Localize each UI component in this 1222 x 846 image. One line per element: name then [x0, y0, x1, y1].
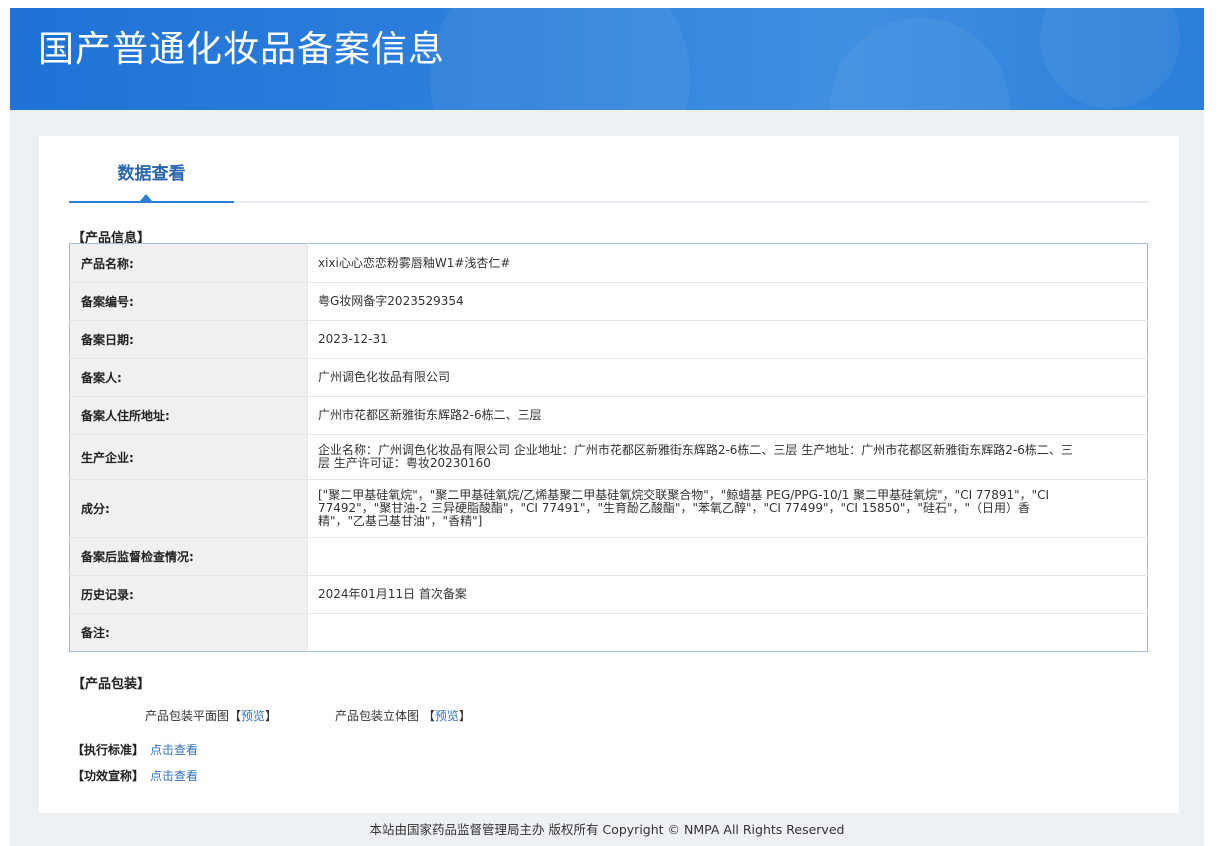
row-label: 产品名称: — [69, 243, 308, 283]
row-value: 粤G妆网备字2023529354 — [307, 282, 1148, 321]
header-banner: 国产普通化妆品备案信息 — [10, 8, 1204, 110]
row-label: 备案人住所地址: — [69, 396, 308, 435]
row-value — [308, 614, 1148, 652]
packaging-flat-preview-link[interactable]: 预览 — [241, 709, 265, 723]
standard-line: 【执行标准】 点击查看 — [72, 741, 198, 758]
packaging-flat-item: 产品包装平面图【预览】 — [145, 707, 277, 724]
packaging-3d-item: 产品包装立体图 【预览】 — [335, 707, 471, 724]
bracket-open: 【 — [422, 709, 435, 723]
row-label: 备案后监督检查情况: — [69, 537, 308, 576]
row-label: 备案日期: — [69, 320, 308, 359]
row-value: 企业名称：广州调色化妆品有限公司 企业地址：广州市花都区新雅街东辉路2-6栋二、… — [307, 434, 1148, 480]
table-row: 历史记录: 2024年01月11日 首次备案 — [69, 575, 1148, 614]
content-card: 数据查看 【产品信息】 产品名称: xixi心心恋恋粉雾唇釉W1#浅杏仁# 备案… — [39, 136, 1179, 813]
table-row: 备案后监督检查情况: — [69, 537, 1148, 576]
page-background: 国产普通化妆品备案信息 数据查看 【产品信息】 产品名称: xixi心心恋恋粉雾… — [10, 8, 1204, 846]
tab-bar: 数据查看 — [69, 158, 1149, 203]
row-value: xixi心心恋恋粉雾唇釉W1#浅杏仁# — [307, 243, 1148, 283]
table-row: 备案日期: 2023-12-31 — [69, 320, 1148, 359]
row-label: 备注: — [69, 613, 308, 652]
bracket-close: 】 — [265, 709, 278, 723]
table-row: 成分: ["聚二甲基硅氧烷"，"聚二甲基硅氧烷/乙烯基聚二甲基硅氧烷交联聚合物"… — [69, 479, 1148, 538]
row-label: 成分: — [69, 479, 308, 538]
packaging-3d-label: 产品包装立体图 — [335, 709, 423, 723]
table-row: 产品名称: xixi心心恋恋粉雾唇釉W1#浅杏仁# — [69, 243, 1148, 283]
table-row: 备注: — [69, 613, 1148, 652]
row-label: 备案人: — [69, 358, 308, 397]
row-value: 2023-12-31 — [307, 320, 1148, 359]
row-label: 生产企业: — [69, 434, 308, 480]
table-row: 备案人住所地址: 广州市花都区新雅街东辉路2-6栋二、三层 — [69, 396, 1148, 435]
page-title: 国产普通化妆品备案信息 — [38, 29, 446, 70]
tab-active-caret-icon — [140, 194, 152, 201]
standard-view-link[interactable]: 点击查看 — [150, 743, 198, 757]
row-value: 广州市花都区新雅街东辉路2-6栋二、三层 — [307, 396, 1148, 435]
standard-label: 【执行标准】 — [72, 743, 145, 757]
efficacy-label: 【功效宣称】 — [72, 769, 145, 783]
table-row: 备案人: 广州调色化妆品有限公司 — [69, 358, 1148, 397]
footer-copyright: 本站由国家药品监督管理局主办 版权所有 Copyright © NMPA All… — [369, 822, 845, 837]
efficacy-line: 【功效宣称】 点击查看 — [72, 767, 198, 784]
table-row: 生产企业: 企业名称：广州调色化妆品有限公司 企业地址：广州市花都区新雅街东辉路… — [69, 434, 1148, 480]
row-label: 历史记录: — [69, 575, 308, 614]
row-value: 广州调色化妆品有限公司 — [307, 358, 1148, 397]
packaging-flat-label: 产品包装平面图 — [145, 709, 230, 723]
product-info-table: 产品名称: xixi心心恋恋粉雾唇釉W1#浅杏仁# 备案编号: 粤G妆网备字20… — [69, 243, 1148, 652]
table-row: 备案编号: 粤G妆网备字2023529354 — [69, 282, 1148, 321]
packaging-heading: 【产品包装】 — [72, 677, 151, 692]
efficacy-view-link[interactable]: 点击查看 — [150, 769, 198, 783]
row-label: 备案编号: — [69, 282, 308, 321]
row-value: 2024年01月11日 首次备案 — [307, 575, 1148, 614]
row-value — [307, 537, 1148, 576]
row-value: ["聚二甲基硅氧烷"，"聚二甲基硅氧烷/乙烯基聚二甲基硅氧烷交联聚合物"，"鲸蜡… — [307, 479, 1148, 538]
bracket-open: 【 — [229, 709, 242, 723]
packaging-3d-preview-link[interactable]: 预览 — [435, 709, 459, 723]
bracket-close: 】 — [458, 709, 471, 723]
